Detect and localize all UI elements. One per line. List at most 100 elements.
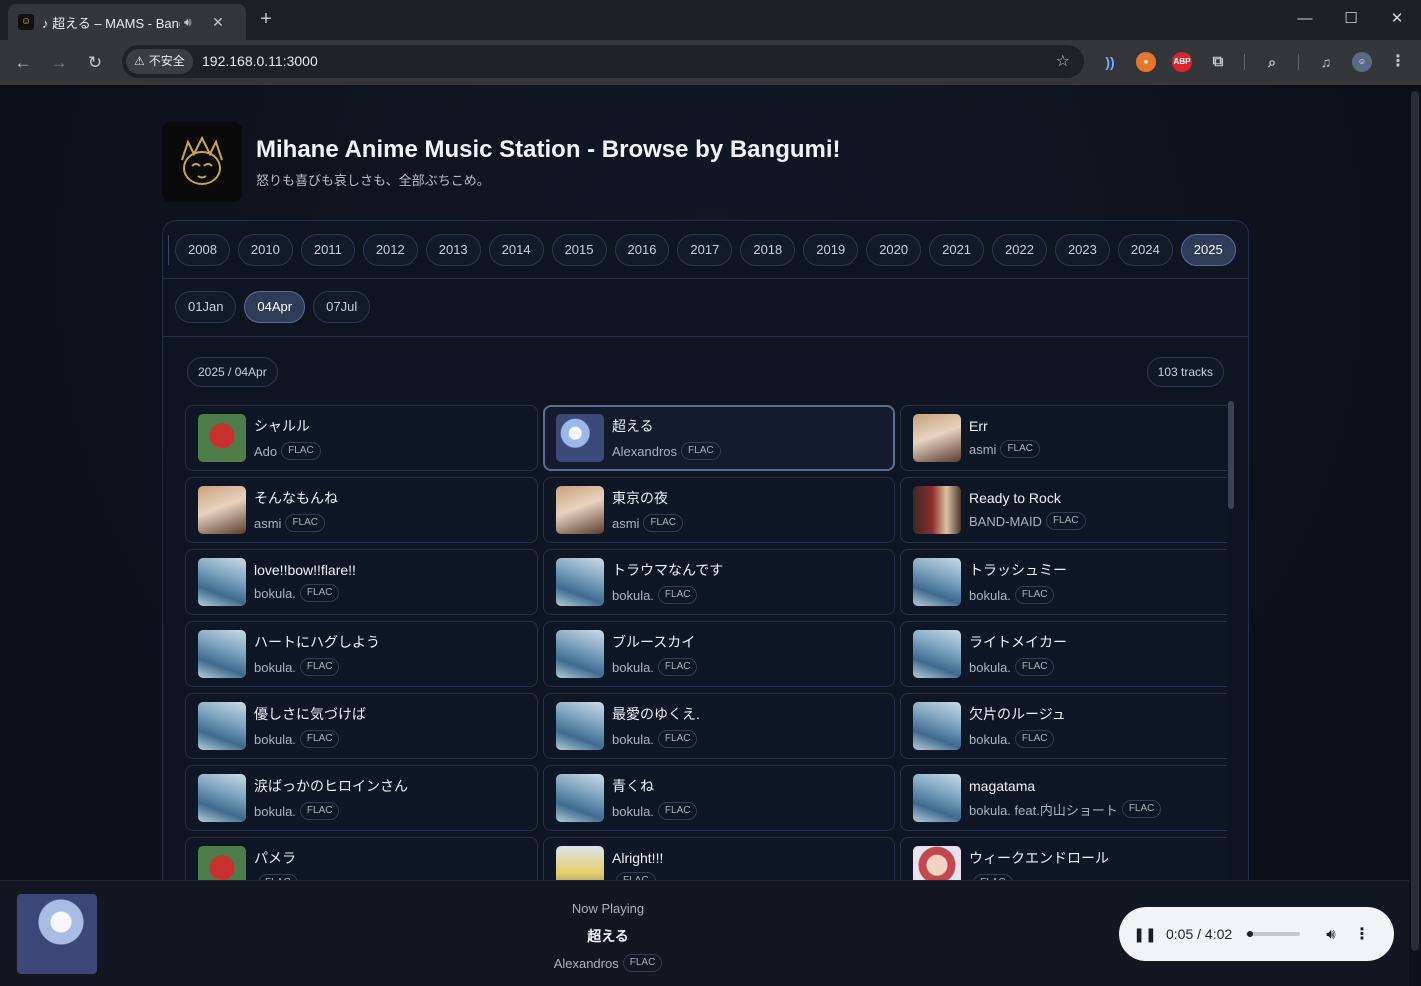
year-pill[interactable]: 2008 xyxy=(175,234,230,266)
site-info-button[interactable]: ⚠ 不安全 xyxy=(126,49,193,74)
volume-icon[interactable]: 🔊︎ xyxy=(1322,926,1340,943)
window-close-button[interactable]: ✕ xyxy=(1374,6,1420,32)
track-card[interactable]: 最愛のゆくえ. bokula. FLAC xyxy=(543,693,895,759)
album-cover xyxy=(556,486,604,534)
track-artist: bokula. xyxy=(254,803,296,819)
track-card[interactable]: magatama bokula. feat.内山ショート FLAC xyxy=(900,765,1227,831)
track-card[interactable]: ブルースカイ bokula. FLAC xyxy=(543,621,895,687)
track-card[interactable]: 東京の夜 asmi FLAC xyxy=(543,477,895,543)
playback-time: 0:05 / 4:02 xyxy=(1166,926,1233,942)
season-pill-list: 01Jan 04Apr 07Jul xyxy=(175,291,371,323)
format-badge: FLAC xyxy=(299,802,340,820)
window-maximize-button[interactable]: ☐ xyxy=(1328,6,1374,32)
extension-orange-icon[interactable]: ● xyxy=(1136,52,1156,72)
track-card[interactable]: シャルル Ado FLAC xyxy=(185,405,538,471)
album-cover xyxy=(198,558,246,606)
track-grid-scrollbar-thumb[interactable] xyxy=(1228,401,1234,509)
year-pill[interactable]: 2013 xyxy=(425,234,481,266)
now-playing-format-badge: FLAC xyxy=(622,954,663,972)
year-pill[interactable]: 2010 xyxy=(237,234,293,266)
format-badge: FLAC xyxy=(643,514,684,532)
url-text[interactable]: 192.168.0.11:3000 xyxy=(202,53,318,69)
track-card[interactable]: ウィークエンドロールFLAC xyxy=(900,837,1227,881)
season-pill[interactable]: 07Jul xyxy=(313,291,371,323)
track-card[interactable]: パメラFLAC xyxy=(185,837,538,881)
back-arrow-icon[interactable]: ← xyxy=(10,50,36,76)
track-artist: Alexandros xyxy=(612,443,678,459)
track-card[interactable]: 優しさに気づけば bokula. FLAC xyxy=(185,693,538,759)
format-badge: FLAC xyxy=(657,730,698,748)
year-pill[interactable]: 2012 xyxy=(362,234,418,266)
year-pill[interactable]: 2015 xyxy=(551,234,607,266)
format-badge: FLAC xyxy=(299,584,340,602)
address-bar[interactable]: ⚠ 不安全 192.168.0.11:3000 ☆ xyxy=(122,45,1084,78)
year-pill[interactable]: 2019 xyxy=(803,234,859,266)
track-title: Ready to Rock xyxy=(969,490,1061,506)
year-pill[interactable]: 2014 xyxy=(488,234,544,266)
page-scrollbar[interactable] xyxy=(1411,91,1419,951)
track-artist: bokula. feat.内山ショート xyxy=(969,802,1118,818)
track-title: トラッシュミー xyxy=(969,562,1067,578)
album-cover xyxy=(913,702,961,750)
year-scroll-edge xyxy=(163,235,169,265)
read-aloud-extension-icon[interactable]: )) xyxy=(1100,52,1120,72)
year-pill[interactable]: 2020 xyxy=(866,234,922,266)
forward-arrow-icon[interactable]: → xyxy=(46,50,72,76)
track-card[interactable]: ハートにハグしよう bokula. FLAC xyxy=(185,621,538,687)
year-pill[interactable]: 2025 xyxy=(1180,234,1236,266)
track-artist: bokula. xyxy=(612,659,654,675)
tab-close-icon[interactable]: ✕ xyxy=(210,14,226,31)
track-card[interactable]: 涙ばっかのヒロインさん bokula. FLAC xyxy=(185,765,538,831)
seek-slider[interactable] xyxy=(1246,931,1300,937)
profile-avatar[interactable]: ☺ xyxy=(1352,52,1372,72)
track-card[interactable]: Alright!!! FLAC xyxy=(543,837,895,881)
tab-audio-playing-icon[interactable]: 🔊︎ xyxy=(184,15,200,30)
now-playing-title: 超える xyxy=(587,928,629,944)
track-card[interactable]: love!!bow!!flare!! bokula. FLAC xyxy=(185,549,538,615)
adblock-plus-icon[interactable]: ABP xyxy=(1172,52,1192,72)
now-playing-artist: Alexandros xyxy=(553,955,619,971)
search-tab-icon[interactable]: ⌕ xyxy=(1262,52,1282,72)
more-options-icon[interactable]: ⋮ xyxy=(1354,924,1370,944)
window-minimize-button[interactable]: — xyxy=(1282,6,1328,32)
browser-tab[interactable]: ☺ ♪ 超える – MAMS - Bangumi 🔊︎ ✕ xyxy=(8,4,246,40)
track-card[interactable]: ライトメイカー bokula. FLAC xyxy=(900,621,1227,687)
track-title: love!!bow!!flare!! xyxy=(254,562,356,578)
year-pill[interactable]: 2016 xyxy=(614,234,670,266)
track-title: Alright!!! xyxy=(612,850,664,866)
media-control-icon[interactable]: ♫ xyxy=(1316,52,1336,72)
extensions-puzzle-icon[interactable]: ⧉ xyxy=(1208,52,1228,72)
track-card[interactable]: トラウマなんです bokula. FLAC xyxy=(543,549,895,615)
track-card[interactable]: そんなもんね asmi FLAC xyxy=(185,477,538,543)
pause-icon[interactable]: ❚❚ xyxy=(1133,926,1157,943)
warning-triangle-icon: ⚠ xyxy=(134,54,145,68)
track-card[interactable]: トラッシュミー bokula. FLAC xyxy=(900,549,1227,615)
season-pill[interactable]: 04Apr xyxy=(244,291,306,323)
year-pill[interactable]: 2011 xyxy=(300,234,355,266)
track-title: 最愛のゆくえ. xyxy=(612,706,700,722)
track-card[interactable]: 青くね bokula. FLAC xyxy=(543,765,895,831)
insecure-label: 不安全 xyxy=(148,54,185,68)
year-pill[interactable]: 2023 xyxy=(1054,234,1110,266)
track-title: ブルースカイ xyxy=(612,634,696,650)
track-count-badge: 103 tracks xyxy=(1146,357,1224,387)
year-pill[interactable]: 2022 xyxy=(992,234,1047,266)
track-card[interactable]: 超える Alexandros FLAC xyxy=(543,405,895,471)
track-title: 優しさに気づけば xyxy=(254,706,366,722)
reload-icon[interactable]: ↻ xyxy=(82,50,108,76)
track-card[interactable]: Ready to Rock BAND-MAID FLAC xyxy=(900,477,1227,543)
year-pill[interactable]: 2024 xyxy=(1117,234,1173,266)
year-pill[interactable]: 2017 xyxy=(677,234,733,266)
new-tab-button[interactable]: + xyxy=(255,8,277,30)
year-pill[interactable]: 2021 xyxy=(929,234,985,266)
site-subtitle: 怒りも喜びも哀しさも、全部ぶちこめ。 xyxy=(256,172,490,188)
year-pill[interactable]: 2018 xyxy=(740,234,796,266)
album-cover xyxy=(198,774,246,822)
bookmark-star-icon[interactable]: ☆ xyxy=(1056,51,1070,71)
browser-menu-icon[interactable]: ⋮ xyxy=(1388,52,1408,72)
format-badge: FLAC xyxy=(1014,730,1055,748)
track-card[interactable]: 欠片のルージュ bokula. FLAC xyxy=(900,693,1227,759)
track-artist: bokula. xyxy=(254,731,296,747)
season-pill[interactable]: 01Jan xyxy=(175,291,237,323)
track-card[interactable]: Err asmi FLAC xyxy=(900,405,1227,471)
